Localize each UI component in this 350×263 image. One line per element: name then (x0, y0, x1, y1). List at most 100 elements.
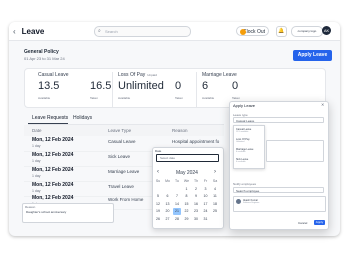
calendar-day[interactable]: 26 (154, 216, 162, 223)
close-icon[interactable]: ✕ (321, 102, 324, 107)
search-placeholder: Search (105, 29, 118, 34)
calendar-day[interactable]: 17 (202, 201, 210, 208)
calendar-day[interactable]: 15 (183, 201, 191, 208)
calendar-day[interactable]: 5 (154, 193, 162, 200)
avatar[interactable]: AK (322, 26, 331, 35)
calendar-day[interactable]: 19 (154, 208, 162, 215)
balance-taken: 16.5 (90, 80, 112, 92)
calendar-day[interactable]: 31 (202, 216, 210, 223)
balance-available: 6 (202, 80, 209, 92)
taken-label: Taken (175, 96, 184, 100)
calendar-day[interactable]: 7 (173, 193, 181, 200)
notify-select[interactable]: Search employee (233, 187, 324, 193)
calendar-day[interactable]: 21 (173, 208, 181, 215)
reason-field[interactable]: Reason Daughter's school anniversary (22, 203, 114, 223)
calendar-day[interactable]: 27 (164, 216, 172, 223)
calendar-day[interactable]: 13 (164, 201, 172, 208)
calendar-day[interactable]: 20 (164, 208, 172, 215)
company-switcher[interactable]: company logo (291, 26, 323, 37)
calendar-day[interactable]: 22 (183, 208, 191, 215)
weekday-label: Mo (165, 179, 170, 183)
cancel-button[interactable]: Cancel (298, 221, 307, 225)
chevron-left-icon[interactable]: ‹ (13, 27, 16, 36)
column-leave-type: Leave Type (108, 128, 132, 133)
calendar-day[interactable]: 4 (211, 186, 219, 193)
unpaid-badge: Unpaid (147, 73, 157, 77)
leave-type-select[interactable]: Casual Leave (233, 117, 324, 123)
calendar-day[interactable]: 8 (183, 193, 191, 200)
weekday-label: Sa (212, 179, 218, 183)
row-leave-type: Casual Leave (108, 139, 136, 144)
balance-name: Casual Leave (38, 72, 69, 78)
tab-holidays[interactable]: Holidays (73, 115, 92, 121)
dropdown-option-sub: Unlimited (236, 141, 245, 143)
calendar-day[interactable]: 6 (164, 193, 172, 200)
calendar-day[interactable]: 10 (202, 193, 210, 200)
calendar-day[interactable]: 25 (211, 208, 219, 215)
row-date: Mon, 12 Feb 2024 (32, 167, 74, 173)
calendar-day[interactable]: 30 (192, 216, 200, 223)
calendar-day[interactable]: 2 (192, 186, 200, 193)
chevron-right-icon[interactable]: › (214, 169, 216, 175)
apply-leave-button[interactable]: Apply Leave (293, 50, 332, 61)
policy-name: General Policy (24, 49, 59, 55)
date-label: Date (155, 149, 162, 153)
calendar-day[interactable]: 23 (192, 208, 200, 215)
policy-range: 01 Apr 23 to 31 Mar 24 (24, 56, 65, 61)
row-days: 1 day (32, 144, 41, 148)
apply-button[interactable]: Apply (314, 220, 325, 225)
weekday-label: We (183, 179, 190, 183)
row-date: Mon, 12 Feb 2024 (32, 182, 74, 188)
row-reason: Hospital appointment fo (172, 139, 220, 144)
dropdown-option-sub: 6 available (236, 151, 246, 153)
balance-available: 13.5 (38, 80, 60, 92)
leave-type-dropdown: Casual Leave 13.5 available Loss Of Pay … (233, 125, 265, 169)
weekday-label: Fr (203, 179, 208, 183)
calendar-day[interactable]: 1 (183, 186, 191, 193)
balance-name: Loss Of Pay (118, 72, 146, 78)
calendar-day[interactable]: 9 (192, 193, 200, 200)
balance-card-lop: Loss Of Pay Unpaid Unlimited 0 Available … (118, 64, 198, 119)
bell-icon[interactable]: 🔔 (276, 26, 287, 37)
calendar-day[interactable]: 29 (183, 216, 191, 223)
date-input[interactable]: Select date (156, 154, 219, 162)
calendar-day[interactable]: 24 (202, 208, 210, 215)
calendar-day[interactable]: 28 (173, 216, 181, 223)
row-leave-type: Travel Leave (108, 184, 134, 189)
search-icon: ⌕ (98, 28, 101, 34)
chevron-left-icon[interactable]: ‹ (157, 169, 159, 175)
divider (196, 72, 197, 108)
note-field[interactable] (266, 140, 324, 162)
available-label: Available (38, 96, 51, 100)
reason-value: Daughter's school anniversary (26, 210, 67, 214)
weekday-label: Th (193, 179, 199, 183)
balance-name: Marriage Leave (202, 72, 237, 78)
balance-available: Unlimited (118, 80, 164, 92)
avatar (236, 199, 241, 204)
weekday-label: Tu (175, 179, 179, 183)
row-days: 1 day (32, 159, 41, 163)
balance-card-casual: Casual Leave 13.5 16.5 Available Taken (38, 64, 118, 119)
calendar-day[interactable]: 12 (154, 201, 162, 208)
calendar-day[interactable]: 3 (202, 186, 210, 193)
calendar-day[interactable]: 11 (211, 193, 219, 200)
taken-label: Taken (232, 96, 241, 100)
weekday-label: Su (155, 179, 161, 183)
search-input[interactable]: ⌕ Search (94, 26, 191, 37)
row-date: Mon, 12 Feb 2024 (32, 195, 74, 201)
calendar-month: May 2024 (176, 170, 198, 176)
available-label: Available (202, 96, 215, 100)
tab-leave-requests[interactable]: Leave Requests (32, 115, 68, 121)
taken-label: Taken (90, 96, 99, 100)
calendar-day[interactable]: 16 (192, 201, 200, 208)
row-date: Mon, 12 Feb 2024 (32, 137, 74, 143)
page-title: Leave (21, 26, 45, 36)
clock-out-button[interactable]: Clock Out (236, 26, 269, 36)
column-date: Date (32, 128, 42, 133)
dropdown-option-sub: 13.5 available (236, 131, 249, 133)
calendar-day[interactable]: 14 (173, 201, 181, 208)
balance-taken: 0 (232, 80, 239, 92)
calendar-day[interactable]: 18 (211, 201, 219, 208)
dropdown-option-sub: 4 available (236, 161, 246, 163)
row-leave-type: Sick Leave (108, 154, 131, 159)
